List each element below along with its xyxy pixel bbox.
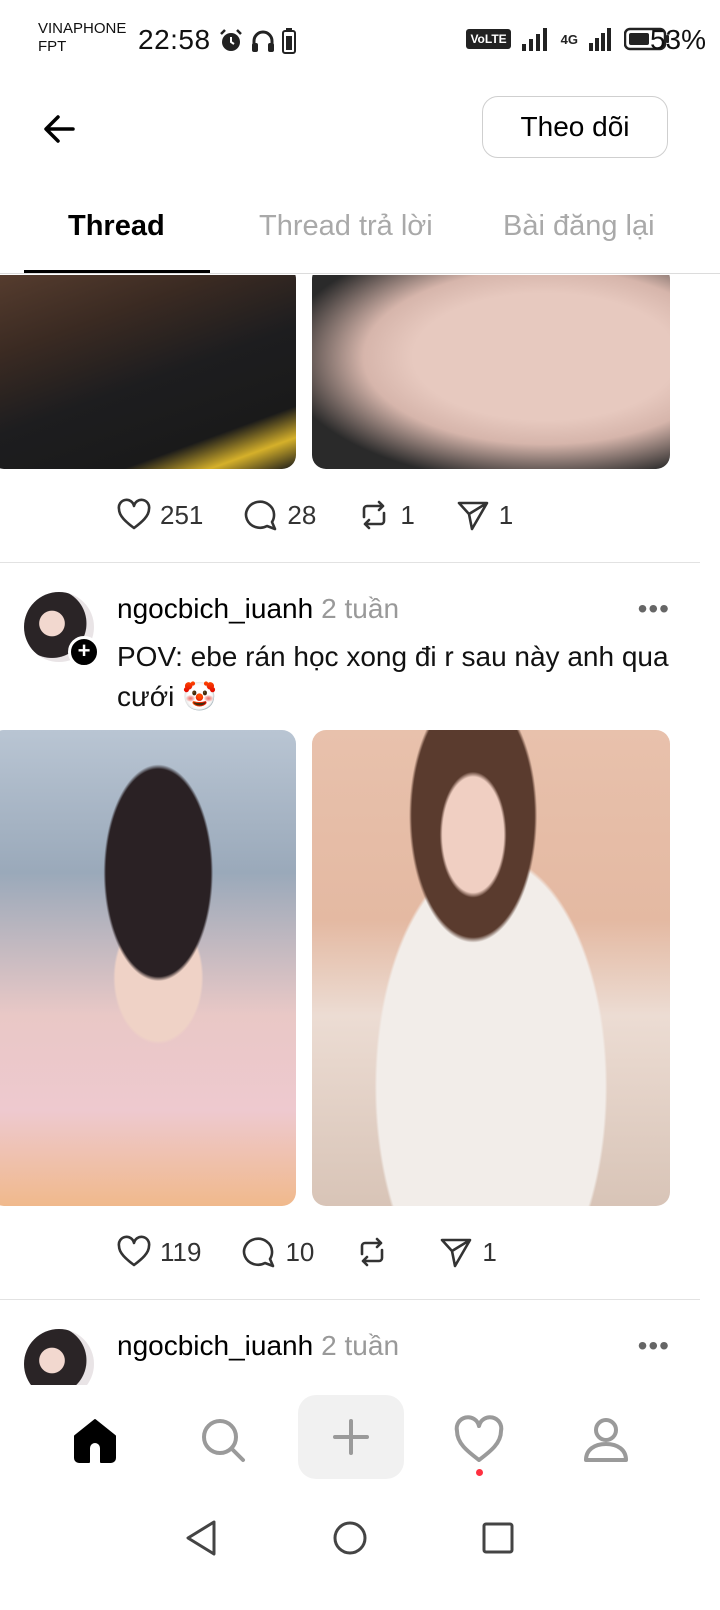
alarm-icon xyxy=(220,29,242,51)
comment-icon xyxy=(243,1237,275,1268)
triangle-back-icon xyxy=(186,1520,216,1556)
post-image[interactable] xyxy=(0,730,296,1206)
share-button[interactable]: 1 xyxy=(455,497,513,533)
share-button[interactable]: 1 xyxy=(438,1234,497,1270)
status-bar: VINAPHONE FPT 22:58 VoLTE 4G 53% xyxy=(0,0,720,82)
follow-plus-icon[interactable]: + xyxy=(68,636,100,668)
post-image[interactable] xyxy=(312,275,670,469)
follow-button[interactable]: Theo dõi xyxy=(482,96,668,158)
like-count: 119 xyxy=(160,1236,202,1267)
nav-activity[interactable] xyxy=(444,1405,514,1475)
post-header: ngocbich_iuanh 2 tuần xyxy=(117,593,399,625)
small-battery-icon xyxy=(282,28,296,54)
home-icon xyxy=(74,1419,116,1463)
nav-home[interactable] xyxy=(60,1405,130,1475)
nav-profile[interactable] xyxy=(571,1405,641,1475)
username[interactable]: ngocbich_iuanh xyxy=(117,593,313,624)
comment-button[interactable]: 10 xyxy=(241,1234,314,1270)
profile-icon xyxy=(584,1418,628,1462)
clock: 22:58 xyxy=(138,24,211,55)
nav-search[interactable] xyxy=(188,1405,258,1475)
square-recents-icon xyxy=(482,1522,514,1554)
bottom-navigation xyxy=(0,1385,720,1495)
share-count: 1 xyxy=(482,1236,497,1267)
battery-percent: 53% xyxy=(649,24,706,55)
arrow-left-icon xyxy=(44,115,75,143)
like-button[interactable]: 119 xyxy=(116,1234,201,1270)
post-text: POV: ebe rán học xong đi r sau này anh q… xyxy=(117,641,669,712)
send-icon xyxy=(441,1238,472,1268)
carrier-sub: FPT xyxy=(38,38,67,55)
comment-button[interactable]: 28 xyxy=(243,497,316,533)
post-header: ngocbich_iuanh 2 tuần xyxy=(117,1330,399,1362)
comment-icon xyxy=(245,500,277,531)
network-type: 4G xyxy=(560,31,578,47)
post-actions: 119 10 1 xyxy=(116,1234,537,1270)
tab-reposts[interactable]: Bài đăng lại xyxy=(503,210,655,243)
tab-thread-replies[interactable]: Thread trả lời xyxy=(259,210,433,243)
post-image[interactable] xyxy=(0,275,296,469)
signal-icon-2 xyxy=(589,28,611,51)
signal-icon xyxy=(521,28,547,51)
heart-icon xyxy=(454,1415,504,1462)
status-icons-right: VoLTE 4G xyxy=(466,26,670,52)
circle-home-icon xyxy=(333,1521,367,1555)
status-icons-left xyxy=(218,28,296,54)
like-count: 251 xyxy=(160,499,204,530)
avatar[interactable] xyxy=(24,1329,94,1385)
system-navigation xyxy=(0,1495,720,1610)
repost-button[interactable] xyxy=(354,1234,398,1270)
carrier: VINAPHONE FPT xyxy=(38,20,126,56)
heart-icon xyxy=(117,498,151,530)
nav-create[interactable] xyxy=(298,1395,404,1479)
post-divider xyxy=(0,1299,700,1300)
volte-badge: VoLTE xyxy=(466,29,511,49)
post-actions: 251 28 1 1 xyxy=(116,497,553,533)
system-back-button[interactable] xyxy=(176,1513,226,1563)
share-count: 1 xyxy=(498,499,514,530)
repost-icon xyxy=(361,1237,384,1267)
repost-icon xyxy=(363,500,386,530)
notification-dot xyxy=(476,1469,483,1476)
heart-icon xyxy=(117,1235,151,1267)
username[interactable]: ngocbich_iuanh xyxy=(117,1330,313,1361)
comment-count: 28 xyxy=(287,499,317,530)
system-home-button[interactable] xyxy=(325,1513,375,1563)
post-image[interactable] xyxy=(312,730,670,1206)
profile-header: Theo dõi xyxy=(0,82,720,182)
profile-tabs: Thread Thread trả lời Bài đăng lại xyxy=(0,182,720,274)
plus-icon xyxy=(333,1419,369,1455)
system-recents-button[interactable] xyxy=(473,1513,523,1563)
comment-count: 10 xyxy=(285,1236,315,1267)
like-button[interactable]: 251 xyxy=(116,497,203,533)
post-divider xyxy=(0,562,700,563)
headphones-icon xyxy=(252,30,274,52)
more-options-button[interactable]: ••• xyxy=(638,1330,670,1362)
tab-active-indicator xyxy=(24,270,210,273)
post-time: 2 tuần xyxy=(321,593,400,624)
more-options-button[interactable]: ••• xyxy=(638,593,670,625)
carrier-name: VINAPHONE xyxy=(38,20,127,37)
send-icon xyxy=(457,501,489,531)
back-button[interactable] xyxy=(34,104,84,154)
thread-feed[interactable]: 251 28 1 1 + ngocbich_iuanh 2 tuần ••• PO… xyxy=(0,275,720,1385)
search-icon xyxy=(202,1419,245,1462)
post-time: 2 tuần xyxy=(321,1330,400,1361)
repost-count: 1 xyxy=(400,499,415,530)
tab-thread[interactable]: Thread xyxy=(68,210,165,243)
screen: VINAPHONE FPT 22:58 VoLTE 4G 53% Theo dõ… xyxy=(0,0,720,1610)
repost-button[interactable]: 1 xyxy=(356,497,415,533)
